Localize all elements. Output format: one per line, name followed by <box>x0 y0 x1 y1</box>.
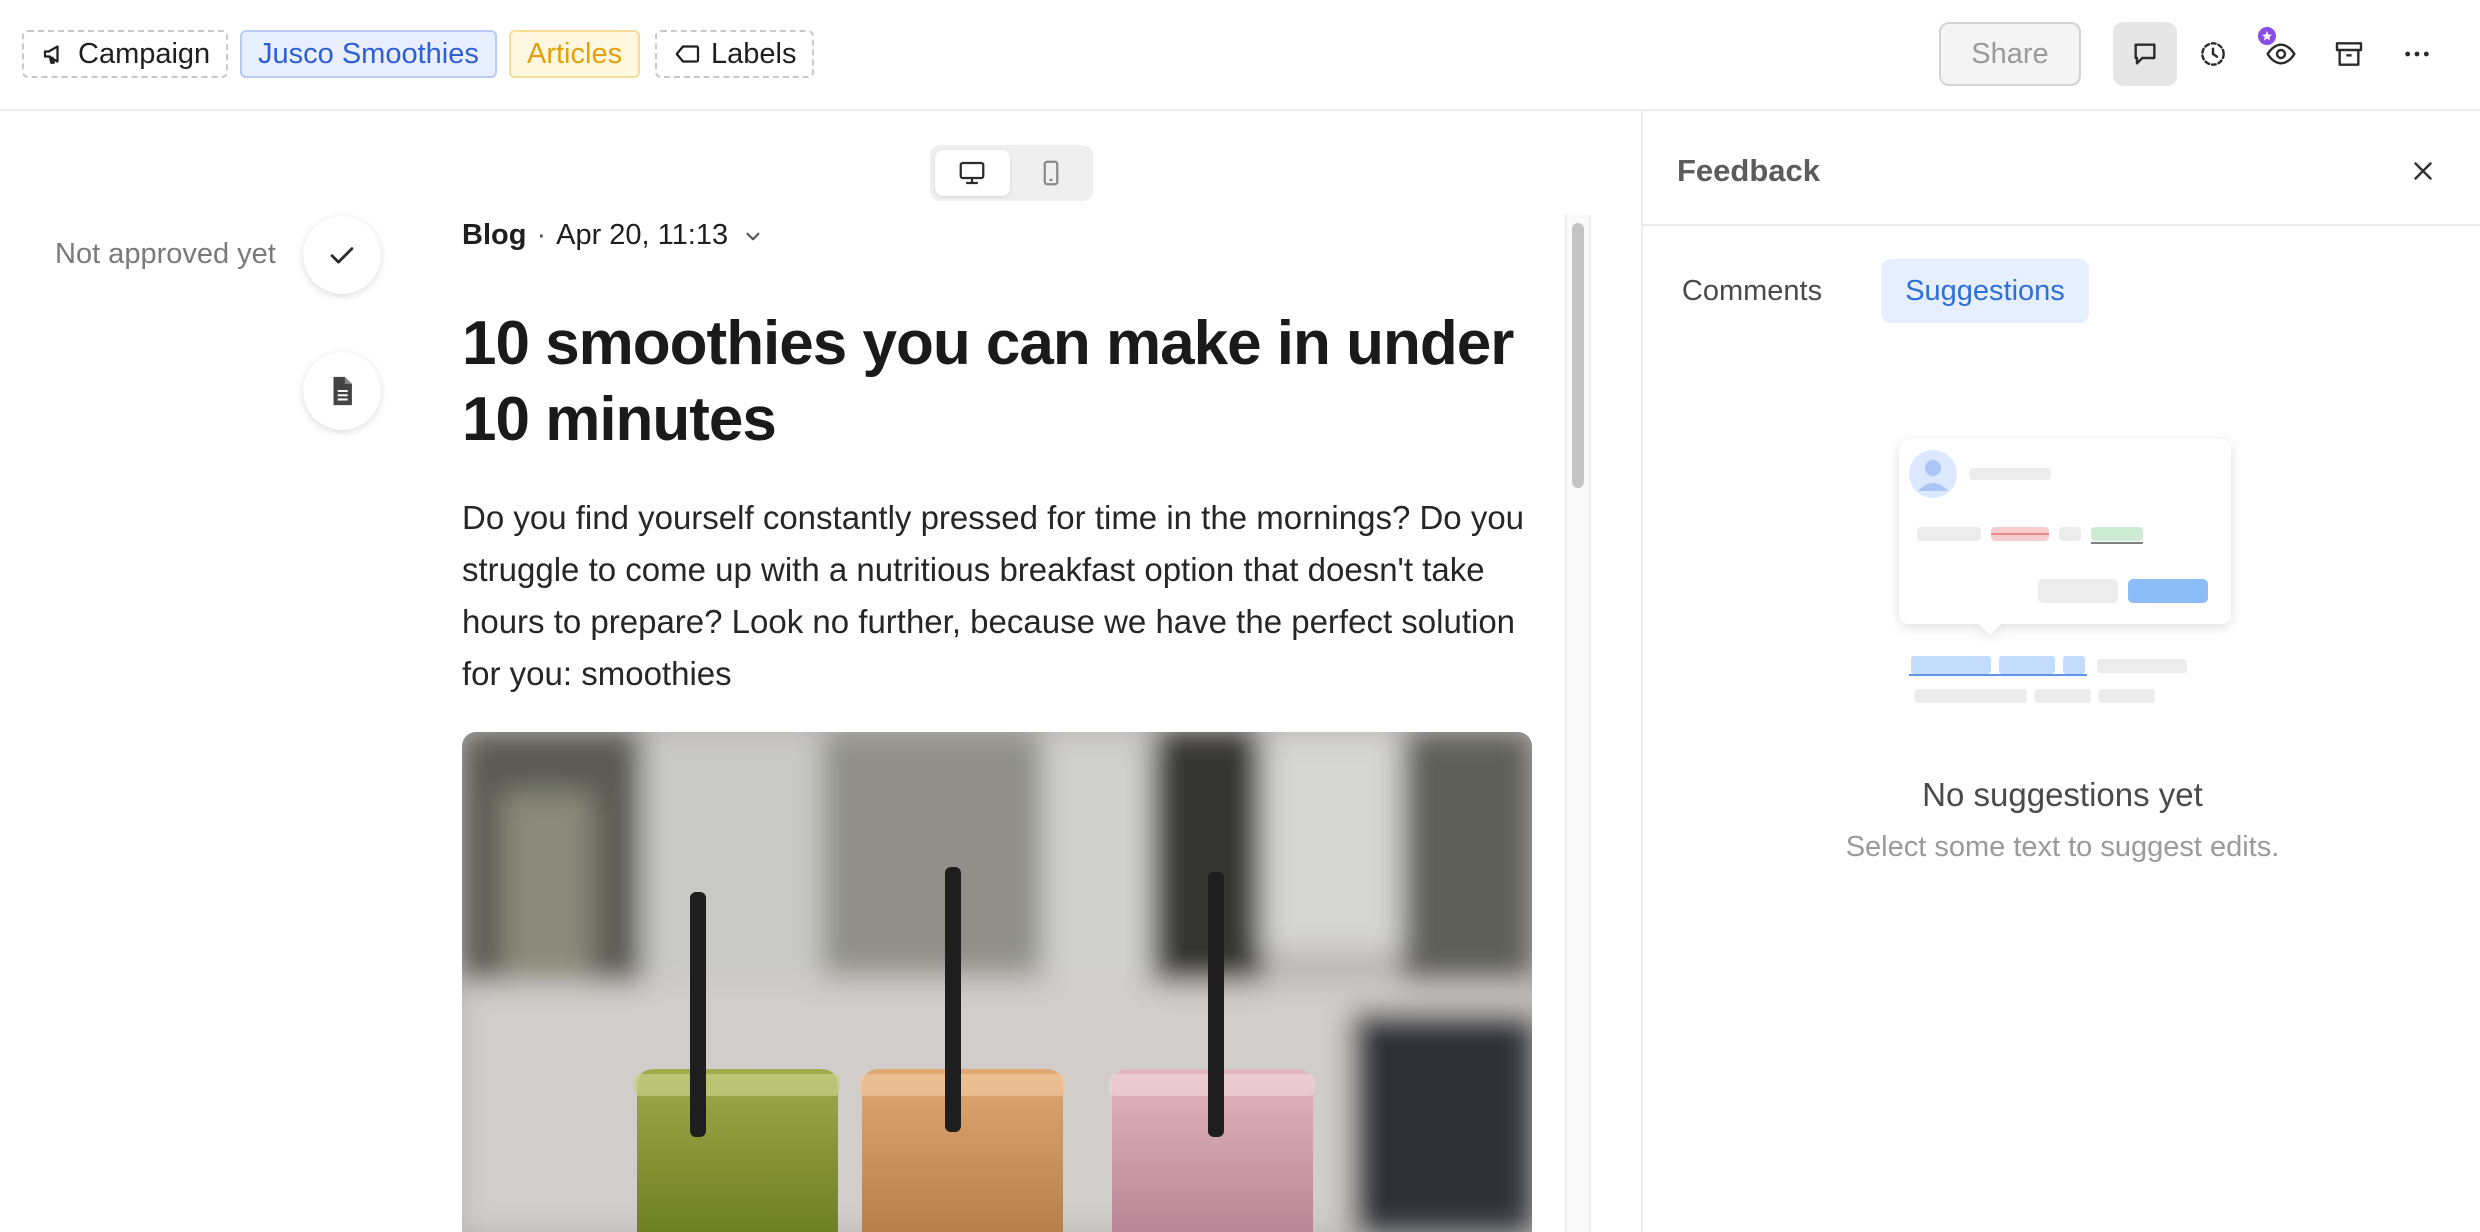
approval-status: Not approved yet <box>55 238 276 270</box>
article-scrollbar[interactable] <box>1565 215 1591 1232</box>
close-feedback-button[interactable] <box>2403 151 2443 191</box>
article-hero-image <box>462 732 1532 1232</box>
brand-chip[interactable]: Jusco Smoothies <box>240 30 497 78</box>
article-date: Apr 20, 11:13 <box>556 219 729 251</box>
article-meta[interactable]: Blog · Apr 20, 11:13 <box>462 219 766 252</box>
top-bar: Campaign Jusco Smoothies Articles Labels… <box>0 0 2480 111</box>
history-icon <box>2201 42 2225 66</box>
labels-chip-label: Labels <box>711 37 797 70</box>
meta-separator: · <box>536 219 547 251</box>
preview-badge <box>2255 24 2279 48</box>
comment-icon <box>2134 43 2156 65</box>
feedback-title: Feedback <box>1677 153 1821 188</box>
labels-chip[interactable]: Labels <box>655 30 815 78</box>
mobile-view-button[interactable] <box>1014 150 1089 196</box>
tag-icon <box>675 45 700 63</box>
share-button[interactable]: Share <box>1939 22 2081 86</box>
more-options-button[interactable] <box>2385 22 2449 86</box>
feedback-panel-header: Feedback <box>1643 111 2480 226</box>
scrollbar-thumb[interactable] <box>1572 223 1584 488</box>
more-icon <box>2405 51 2429 57</box>
campaign-chip-label: Campaign <box>78 37 211 70</box>
empty-state-title: No suggestions yet <box>1922 776 2203 813</box>
star-icon <box>2262 31 2272 41</box>
document-icon <box>333 376 352 406</box>
desktop-icon <box>959 161 985 185</box>
archive-button[interactable] <box>2317 22 2381 86</box>
empty-state-subtitle: Select some text to suggest edits. <box>1845 831 2280 863</box>
article-title[interactable]: 10 smoothies you can make in under 10 mi… <box>462 306 1522 458</box>
device-preview-switch <box>930 145 1093 201</box>
tab-suggestions[interactable]: Suggestions <box>1881 259 2089 323</box>
brief-button[interactable] <box>303 352 381 430</box>
desktop-view-button[interactable] <box>935 150 1010 196</box>
checkmark-icon <box>330 247 354 264</box>
brand-chip-label: Jusco Smoothies <box>258 37 479 70</box>
empty-suggestions-illustration <box>1899 439 2231 703</box>
comments-toggle-button[interactable] <box>2113 22 2177 86</box>
megaphone-icon <box>43 45 59 64</box>
tab-comments[interactable]: Comments <box>1677 259 1827 323</box>
campaign-chip[interactable]: Campaign <box>22 30 229 78</box>
archive-icon <box>2335 42 2363 66</box>
feedback-panel: Feedback Comments Suggestions No suggest… <box>1641 111 2480 1232</box>
approve-button[interactable] <box>303 216 381 294</box>
content-type-chip[interactable]: Articles <box>509 30 641 78</box>
article-category: Blog <box>462 219 527 251</box>
content-type-chip-label: Articles <box>527 37 623 70</box>
chevron-down-icon <box>746 232 760 240</box>
article-body[interactable]: Do you find yourself constantly pressed … <box>462 492 1532 700</box>
close-icon <box>2414 162 2432 180</box>
history-button[interactable] <box>2181 22 2245 86</box>
mobile-icon <box>1043 160 1059 186</box>
